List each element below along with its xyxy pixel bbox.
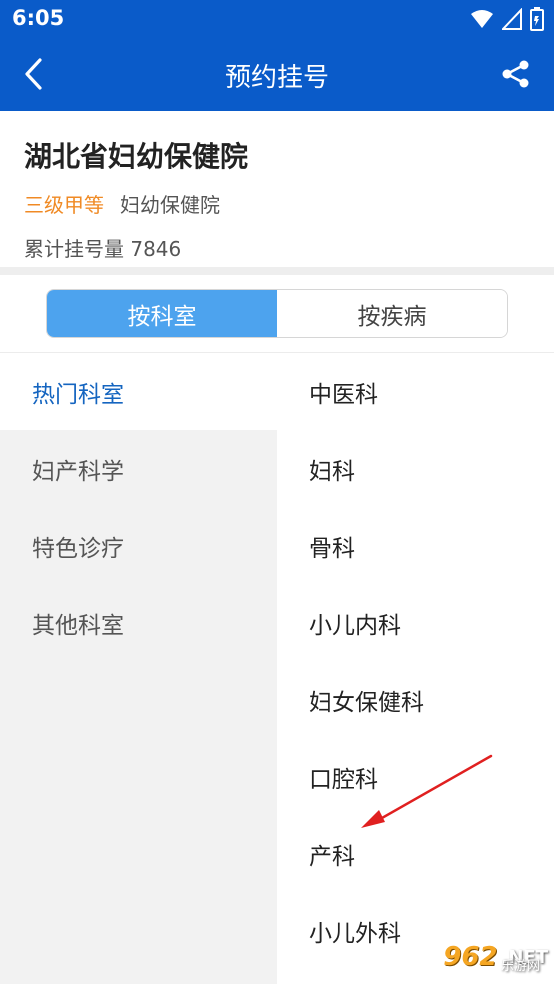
browse-mode-tabs: 按科室 按疾病: [46, 289, 508, 338]
hospital-type: 妇幼保健院: [120, 193, 220, 217]
app-bar: 预约挂号: [0, 37, 554, 111]
category-item-other[interactable]: 其他科室: [0, 584, 277, 661]
watermark-sub: 乐游网: [500, 959, 540, 974]
registration-count: 累计挂号量 7846: [24, 233, 181, 262]
status-icons: [470, 7, 544, 31]
share-icon: [502, 60, 529, 88]
category-item-featured[interactable]: 特色诊疗: [0, 507, 277, 584]
status-bar: 6:05: [0, 0, 554, 37]
hospital-level: 三级甲等: [24, 193, 104, 217]
battery-icon: [530, 7, 544, 31]
department-list: 中医科 妇科 骨科 小儿内科 妇女保健科 口腔科 产科 小儿外科: [277, 353, 554, 984]
department-item[interactable]: 妇科: [277, 430, 554, 507]
signal-icon: [502, 8, 522, 30]
category-item-obstetrics-gynecology[interactable]: 妇产科学: [0, 430, 277, 507]
section-divider: [0, 267, 554, 275]
status-time: 6:05: [12, 6, 65, 30]
share-button[interactable]: [498, 56, 534, 92]
hospital-meta: 三级甲等 妇幼保健院: [24, 189, 220, 218]
tab-by-disease[interactable]: 按疾病: [277, 290, 507, 337]
department-item[interactable]: 小儿内科: [277, 584, 554, 661]
hospital-name: 湖北省妇幼保健院: [24, 140, 249, 173]
category-item-hot[interactable]: 热门科室: [0, 353, 277, 430]
tab-by-department[interactable]: 按科室: [47, 290, 277, 337]
category-list: 热门科室 妇产科学 特色诊疗 其他科室: [0, 353, 277, 984]
department-item[interactable]: 中医科: [277, 353, 554, 430]
registration-count-value: 7846: [130, 237, 182, 261]
department-item[interactable]: 妇女保健科: [277, 661, 554, 738]
department-item[interactable]: 骨科: [277, 507, 554, 584]
wifi-icon: [471, 10, 493, 28]
registration-count-label: 累计挂号量: [24, 237, 124, 261]
hospital-info-card: 湖北省妇幼保健院 三级甲等 妇幼保健院 累计挂号量 7846: [0, 111, 554, 267]
watermark-logo: 962 .NET 乐游网: [443, 942, 548, 974]
annotation-arrow-icon: [361, 754, 493, 828]
page-title: 预约挂号: [224, 63, 329, 93]
watermark-badge: 962: [443, 942, 498, 972]
